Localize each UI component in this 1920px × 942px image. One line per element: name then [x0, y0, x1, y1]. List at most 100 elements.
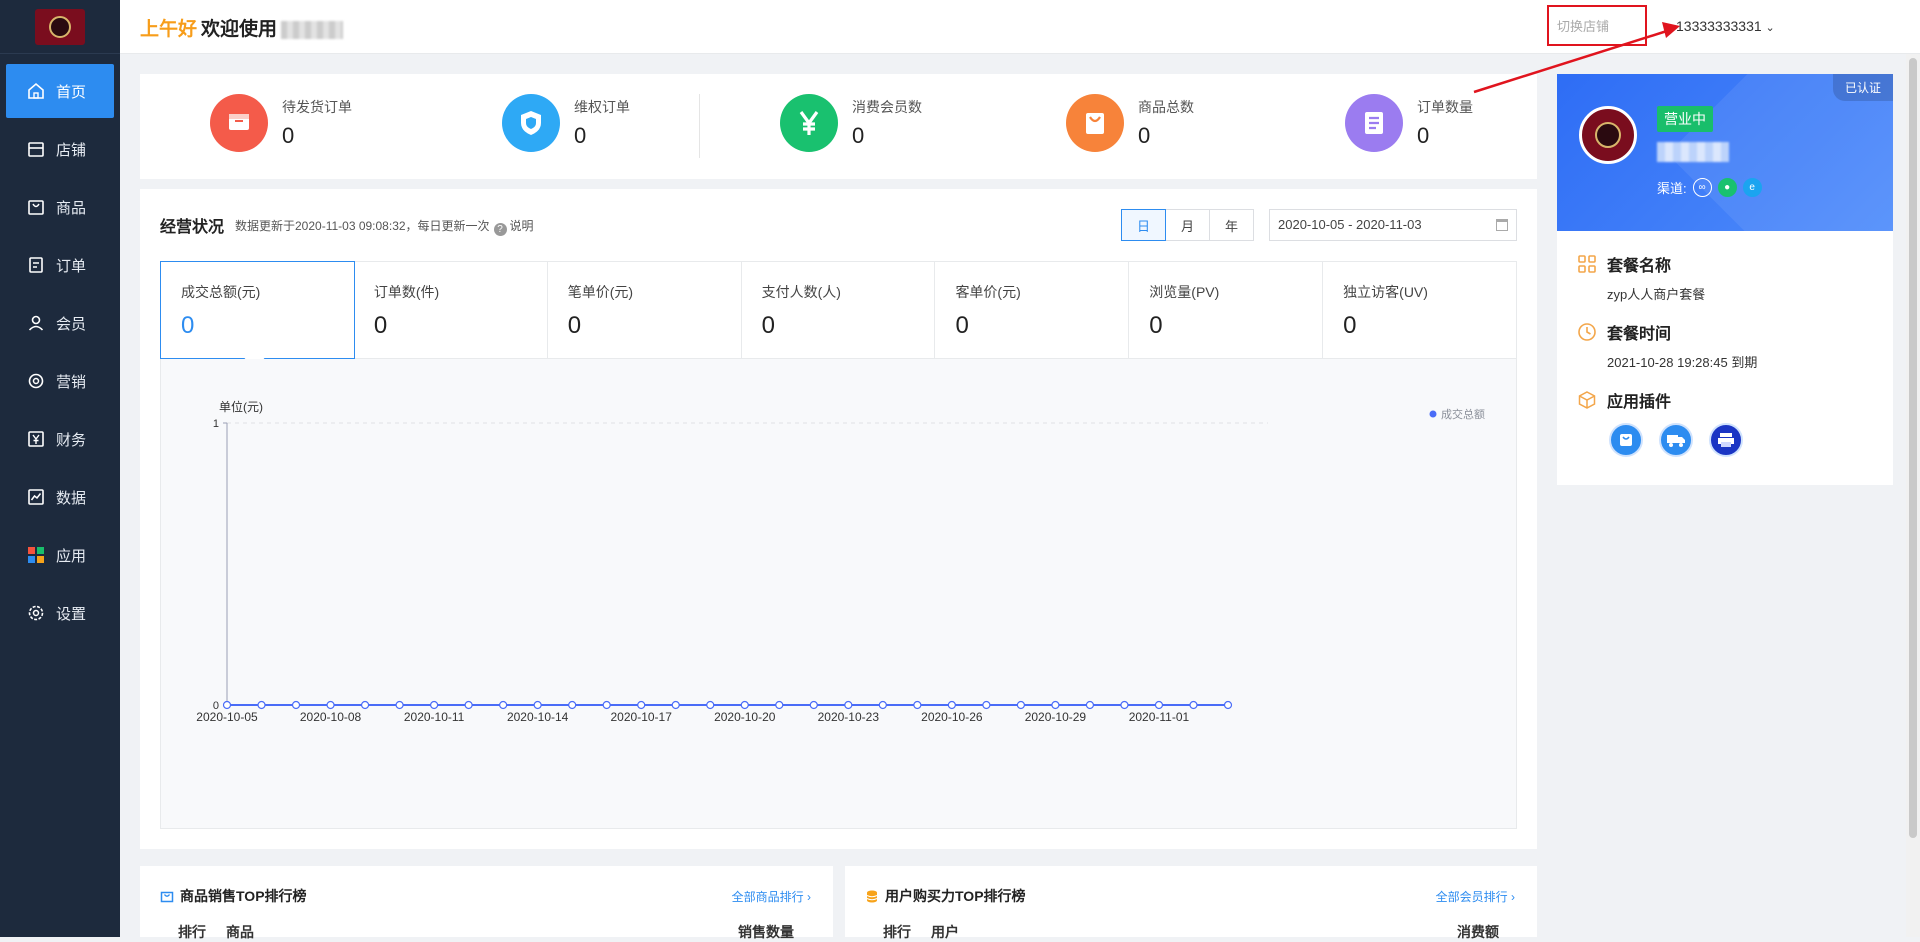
stat-item[interactable]: 商品总数 0 — [1066, 94, 1194, 152]
browser-icon[interactable]: e — [1742, 178, 1762, 197]
nav-label: 财务 — [56, 431, 87, 449]
sidebar: 首页店铺商品订单会员 营销财务数据 应用设置 — [0, 0, 120, 937]
x-tick-label: 2020-10-14 — [507, 710, 569, 724]
period-button[interactable]: 日 — [1121, 209, 1166, 241]
metric-tab[interactable]: 客单价(元) 0 — [935, 262, 1130, 358]
plan-name-section: 套餐名称 zyp人人商户套餐 — [1577, 252, 1705, 303]
users-ranking-card: 用户购买力TOP排行榜 全部会员排行 › 排行 用户 消费额 — [845, 866, 1537, 940]
x-tick-label: 2020-10-11 — [404, 710, 465, 724]
stat-item[interactable]: 消费会员数 0 — [780, 94, 922, 152]
metric-tab[interactable]: 支付人数(人) 0 — [742, 262, 936, 358]
nav-item-9[interactable]: 设置 — [6, 586, 114, 640]
metric-value: 0 — [181, 312, 195, 339]
link-icon[interactable]: ∞ — [1692, 178, 1712, 197]
stat-item[interactable]: 待发货订单 0 — [210, 94, 352, 152]
scrollbar-thumb[interactable] — [1909, 58, 1917, 838]
printer-plugin-icon[interactable] — [1709, 423, 1743, 457]
x-tick-label: 2020-10-08 — [300, 710, 362, 724]
help-link[interactable]: 说明 — [510, 219, 534, 233]
top-header: 上午好 欢迎使用 — [120, 0, 1920, 54]
update-note: 数据更新于2020-11-03 09:08:32，每日更新一次? 说明 — [235, 217, 534, 236]
greeting-time: 上午好 — [140, 19, 198, 40]
data-point — [1016, 700, 1025, 710]
switch-store-button[interactable]: 切换店铺 — [1557, 16, 1609, 35]
all-goods-ranking-link[interactable]: 全部商品排行 › — [732, 888, 811, 905]
nav-label: 首页 — [56, 83, 87, 101]
data-point — [222, 700, 232, 710]
period-button[interactable]: 月 — [1165, 209, 1210, 241]
data-point — [1189, 700, 1198, 710]
nav-item-0[interactable]: 首页 — [6, 64, 114, 118]
chevron-down-icon: ⌄ — [1765, 22, 1775, 34]
data-point — [326, 700, 335, 710]
metric-label: 独立访客(UV) — [1343, 284, 1428, 300]
period-switch: 日月年 — [1121, 209, 1254, 241]
nav-label: 订单 — [56, 257, 87, 275]
calendar-icon — [1496, 219, 1508, 231]
channel-label: 渠道: — [1657, 181, 1687, 196]
nav-label: 店铺 — [56, 141, 87, 159]
metric-value: 0 — [567, 312, 582, 339]
box-icon — [1578, 391, 1596, 409]
nav-item-1[interactable]: 店铺 — [6, 122, 114, 176]
nav-item-3[interactable]: 订单 — [6, 238, 114, 292]
metric-tab[interactable]: 浏览量(PV) 0 — [1129, 262, 1324, 358]
help-icon[interactable]: ? — [493, 223, 507, 236]
bag-icon — [160, 891, 174, 903]
col-goods: 商品 — [226, 924, 254, 940]
stat-item[interactable]: 维权订单 0 — [502, 94, 630, 152]
metric-tab[interactable]: 订单数(件) 0 — [354, 262, 548, 358]
metric-label: 客单价(元) — [955, 284, 1021, 300]
plan-name-value: zyp人人商户套餐 — [1607, 287, 1706, 302]
nav-item-5[interactable]: 营销 — [6, 354, 114, 408]
stat-value: 0 — [1417, 123, 1430, 148]
legend-marker — [1429, 410, 1437, 418]
data-point — [533, 700, 542, 710]
metric-tab[interactable]: 笔单价(元) 0 — [548, 262, 742, 358]
nav-label: 设置 — [56, 605, 87, 623]
users-ranking-title-text: 用户购买力TOP排行榜 — [885, 888, 1026, 904]
plugins-title: 应用插件 — [1607, 394, 1672, 411]
stat-value: 0 — [574, 123, 587, 148]
col-rank: 排行 — [178, 924, 206, 940]
metric-label: 浏览量(PV) — [1149, 284, 1220, 300]
data-point — [395, 700, 404, 710]
all-members-ranking-link[interactable]: 全部会员排行 › — [1436, 888, 1515, 905]
data-point — [464, 700, 473, 710]
user-menu[interactable]: 13333333331 ⌄ — [1676, 18, 1775, 34]
legend-label: 成交总额 — [1441, 407, 1485, 421]
page-scrollbar[interactable] — [1906, 54, 1920, 937]
bag-icon — [26, 197, 46, 217]
col-rank: 排行 — [883, 924, 911, 940]
nav-item-7[interactable]: 数据 — [6, 470, 114, 524]
data-point — [1223, 700, 1233, 710]
metric-value: 0 — [1149, 312, 1163, 339]
wechat-icon[interactable]: ● — [1717, 178, 1737, 197]
nav-item-8[interactable]: 应用 — [6, 528, 114, 582]
nav-item-2[interactable]: 商品 — [6, 180, 114, 234]
date-range-picker[interactable]: 2020-10-05 - 2020-11-03 — [1269, 209, 1517, 241]
shop-assistant-plugin-icon[interactable] — [1609, 423, 1643, 457]
nav-item-4[interactable]: 会员 — [6, 296, 114, 350]
nav-item-6[interactable]: 财务 — [6, 412, 114, 466]
delivery-truck-plugin-icon[interactable] — [1659, 423, 1693, 457]
col-spend: 消费额 — [1457, 924, 1499, 940]
coins-icon — [866, 890, 878, 903]
period-button[interactable]: 年 — [1209, 209, 1254, 241]
stat-label: 待发货订单 — [282, 99, 352, 115]
x-tick-label: 2020-10-05 — [196, 710, 258, 724]
home-icon — [26, 81, 46, 101]
finance-icon — [26, 429, 46, 449]
data-point — [1085, 700, 1095, 710]
metric-tab[interactable]: 独立访客(UV) 0 — [1323, 262, 1516, 358]
metric-tab[interactable]: 成交总额(元) 0 — [160, 261, 355, 359]
blurred-app-name — [281, 20, 344, 39]
data-point — [568, 700, 577, 710]
store-banner: 已认证 营业中 渠道: ∞ ● e — [1557, 74, 1893, 231]
y-tick-label: 1 — [213, 418, 219, 430]
yen-icon — [780, 94, 838, 152]
stat-value: 0 — [282, 123, 295, 148]
logo[interactable] — [0, 0, 120, 54]
stat-item[interactable]: 订单数量 0 — [1345, 94, 1473, 152]
data-point — [360, 700, 370, 710]
